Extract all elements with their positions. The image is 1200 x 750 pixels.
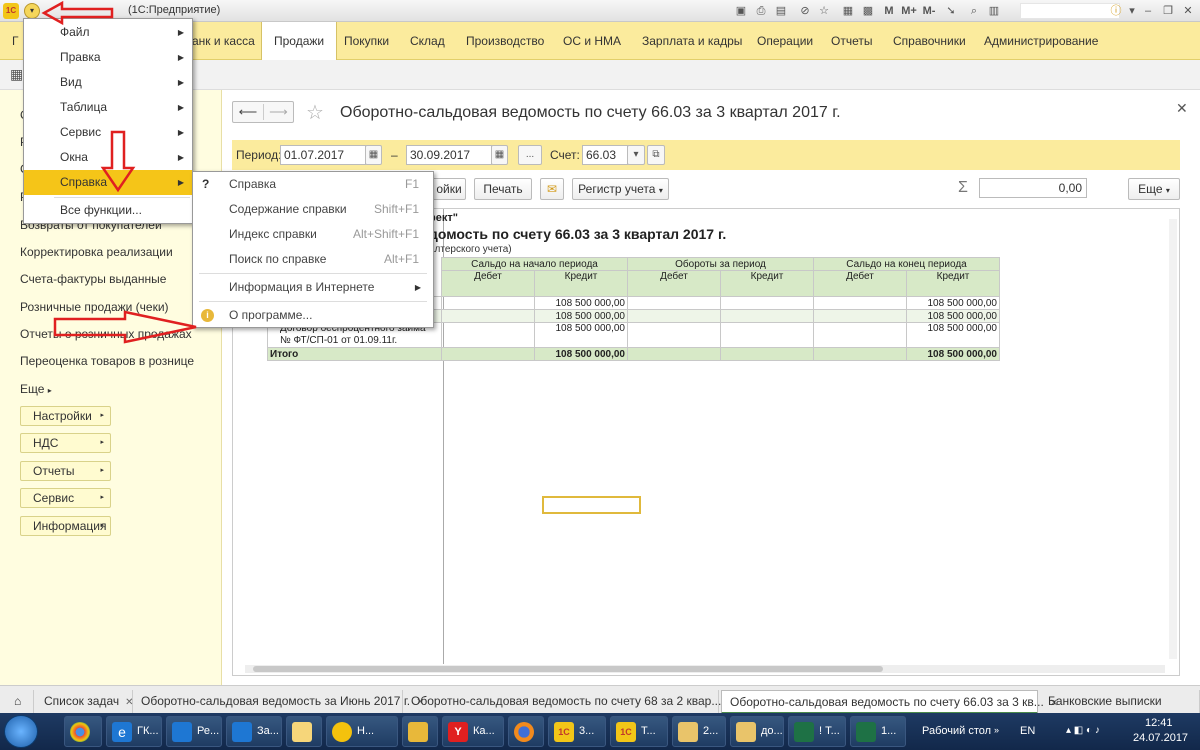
annotation-arrow-right-icon: [53, 310, 197, 344]
annotation-arrow-down-icon: [100, 130, 136, 193]
annotation-arrows: [41, 0, 197, 344]
annotation-arrow-left-icon: [41, 0, 114, 26]
